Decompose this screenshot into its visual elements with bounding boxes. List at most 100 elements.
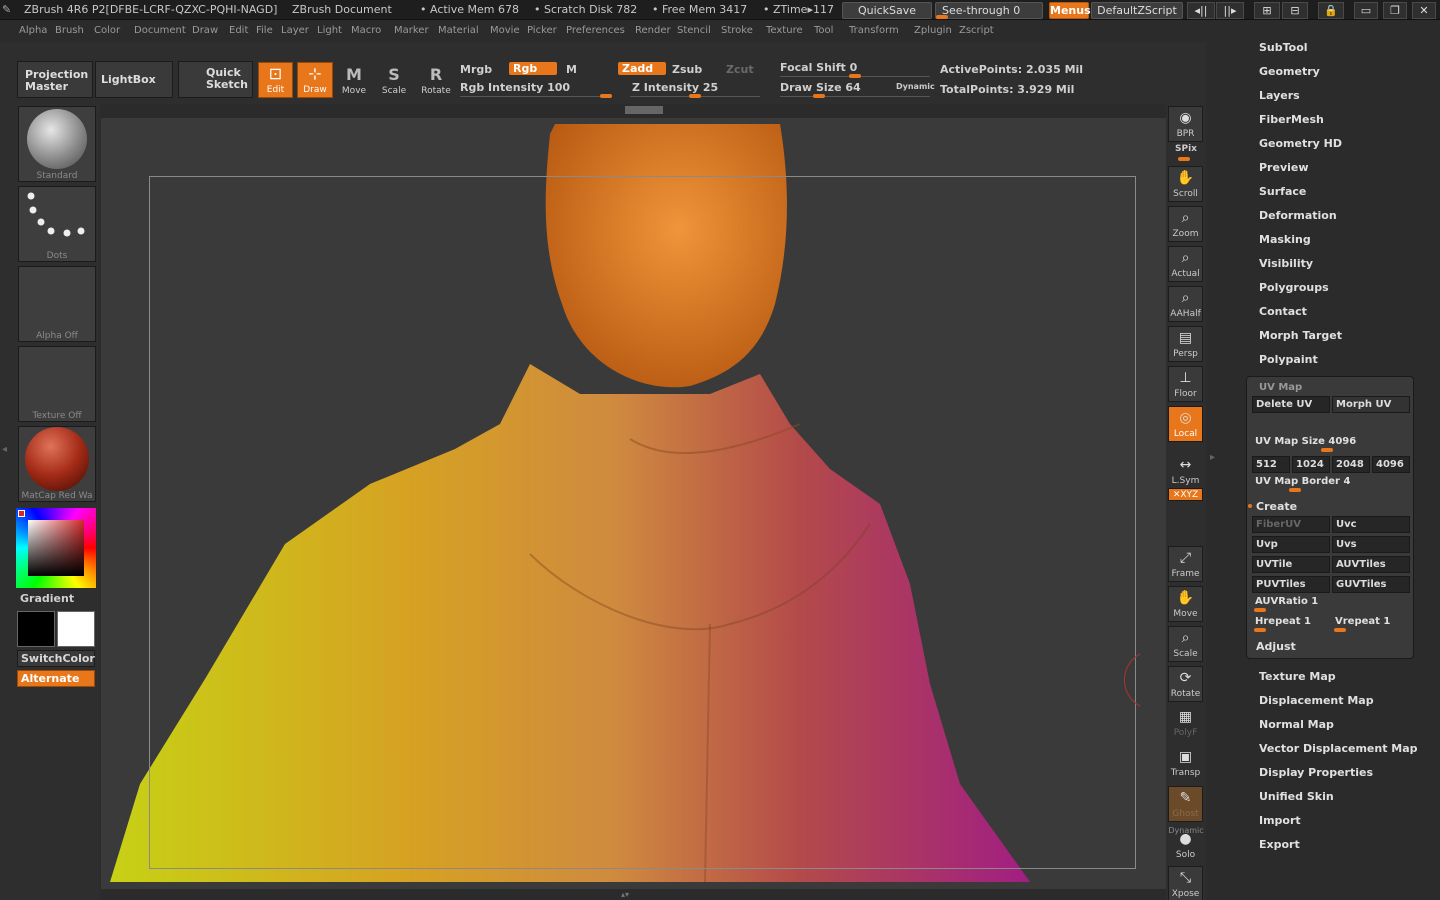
menu-edit[interactable]: Edit [229, 25, 248, 36]
minimize-icon[interactable]: ▭ [1354, 2, 1378, 19]
move-view-button[interactable]: ✋ Move [1168, 586, 1203, 622]
rgb-intensity-slider[interactable]: Rgb Intensity 100 [460, 81, 570, 94]
menu-light[interactable]: Light [317, 25, 342, 36]
vrepeat-knob[interactable] [1334, 628, 1346, 632]
palette-export[interactable]: Export [1259, 838, 1300, 851]
zcut-toggle[interactable]: Zcut [726, 63, 754, 76]
menu-document[interactable]: Document [134, 25, 186, 36]
palette-polypaint[interactable]: Polypaint [1259, 353, 1318, 366]
aahalf-button[interactable]: ⌕ AAHalf [1168, 286, 1203, 322]
rotate-view-button[interactable]: ⟳ Rotate [1168, 666, 1203, 702]
restore-icon[interactable]: ❐ [1383, 2, 1407, 19]
lsym-button[interactable]: ↔ L.Sym [1168, 454, 1203, 490]
canvas-viewport[interactable] [101, 104, 1166, 889]
focal-shift-slider[interactable]: Focal Shift 0 [780, 61, 857, 74]
secondary-color-swatch[interactable] [17, 611, 55, 647]
menu-picker[interactable]: Picker [527, 25, 557, 36]
hrepeat-slider[interactable]: Hrepeat 1 [1255, 616, 1311, 627]
layout-icon[interactable]: ⊞ [1254, 2, 1280, 19]
actual-button[interactable]: ⌕ Actual [1168, 246, 1203, 282]
palette-geometry-hd[interactable]: Geometry HD [1259, 137, 1342, 150]
menu-texture[interactable]: Texture [766, 25, 803, 36]
quick-sketch-button[interactable]: Quick Sketch [178, 61, 253, 98]
material-selector[interactable]: MatCap Red Wa [18, 426, 96, 502]
local-button[interactable]: ◎ Local [1168, 406, 1203, 442]
focal-shift-knob[interactable] [849, 74, 861, 78]
uvp-button[interactable]: Uvp [1252, 536, 1330, 553]
auvratio-knob[interactable] [1254, 608, 1266, 612]
uv-map-size-knob[interactable] [1321, 448, 1333, 452]
menu-zscript[interactable]: Zscript [959, 25, 994, 36]
zsub-toggle[interactable]: Zsub [672, 63, 702, 76]
vrepeat-slider[interactable]: Vrepeat 1 [1335, 616, 1390, 627]
lock-icon[interactable]: 🔒 [1318, 2, 1344, 19]
uv-map-title[interactable]: UV Map [1259, 382, 1302, 393]
palette-subtool[interactable]: SubTool [1259, 41, 1308, 54]
menu-material[interactable]: Material [438, 25, 479, 36]
uv-map-border-slider[interactable]: UV Map Border 4 [1255, 476, 1350, 487]
fiberuv-button[interactable]: FiberUV [1252, 516, 1330, 533]
quicksave-button[interactable]: QuickSave [842, 2, 932, 19]
menu-stencil[interactable]: Stencil [677, 25, 711, 36]
create-subpalette[interactable]: Create [1256, 500, 1297, 513]
texture-selector[interactable]: Texture Off [18, 346, 96, 422]
switchcolor-button[interactable]: SwitchColor [17, 650, 95, 667]
palette-polygroups[interactable]: Polygroups [1259, 281, 1329, 294]
scale-button[interactable]: S Scale [378, 64, 410, 98]
spix-slider[interactable]: SPix [1166, 144, 1206, 154]
palette-preview[interactable]: Preview [1259, 161, 1309, 174]
uvc-button[interactable]: Uvc [1332, 516, 1410, 533]
ghost-button[interactable]: ✎ Ghost [1168, 786, 1203, 822]
auvtiles-button[interactable]: AUVTiles [1332, 556, 1410, 573]
draw-size-knob[interactable] [813, 94, 825, 98]
palette-unified-skin[interactable]: Unified Skin [1259, 790, 1334, 803]
palette-import[interactable]: Import [1259, 814, 1301, 827]
palette-morph-target[interactable]: Morph Target [1259, 329, 1342, 342]
zadd-toggle[interactable]: Zadd [618, 62, 666, 75]
m-toggle[interactable]: M [566, 63, 577, 76]
palette-visibility[interactable]: Visibility [1259, 257, 1313, 270]
menu-macro[interactable]: Macro [351, 25, 381, 36]
auvratio-slider[interactable]: AUVRatio 1 [1255, 596, 1318, 607]
rgb-toggle[interactable]: Rgb [509, 62, 557, 75]
seethrough-slider[interactable]: See-through 0 [935, 2, 1043, 19]
frame-button[interactable]: ⤢ Frame [1168, 546, 1203, 582]
viewport-scroll-thumb[interactable] [625, 106, 663, 114]
xpose-button[interactable]: ⤡ Xpose [1168, 866, 1203, 900]
menu-transform[interactable]: Transform [849, 25, 899, 36]
uvs-button[interactable]: Uvs [1332, 536, 1410, 553]
menu-marker[interactable]: Marker [394, 25, 429, 36]
scroll-right-icon[interactable]: ||▸ [1216, 2, 1244, 19]
adjust-subpalette[interactable]: Adjust [1256, 640, 1296, 653]
delete-uv-button[interactable]: Delete UV [1252, 396, 1330, 413]
uv-map-border-knob[interactable] [1289, 488, 1301, 492]
polyf-button[interactable]: ▦ PolyF [1168, 706, 1203, 742]
projection-master-button[interactable]: Projection Master [17, 61, 93, 98]
palette-deformation[interactable]: Deformation [1259, 209, 1337, 222]
move-button[interactable]: M Move [338, 64, 370, 98]
palette-texture-map[interactable]: Texture Map [1259, 670, 1336, 683]
xyz-button[interactable]: ✕XYZ [1168, 488, 1203, 501]
floor-button[interactable]: ⊥ Floor [1168, 366, 1203, 402]
rotate-button[interactable]: R Rotate [418, 64, 454, 98]
palette-displacement-map[interactable]: Displacement Map [1259, 694, 1374, 707]
menu-stroke[interactable]: Stroke [721, 25, 753, 36]
menu-render[interactable]: Render [635, 25, 671, 36]
draw-size-slider[interactable]: Draw Size 64 [780, 81, 861, 94]
dynamic-toggle[interactable]: Dynamic [896, 82, 935, 91]
lightbox-button[interactable]: LightBox [95, 61, 173, 98]
spix-knob[interactable] [1178, 157, 1190, 161]
palette-contact[interactable]: Contact [1259, 305, 1307, 318]
menu-movie[interactable]: Movie [490, 25, 520, 36]
hrepeat-knob[interactable] [1254, 628, 1266, 632]
menu-preferences[interactable]: Preferences [566, 25, 625, 36]
uv-size-512[interactable]: 512 [1252, 456, 1290, 473]
uvtile-button[interactable]: UVTile [1252, 556, 1330, 573]
menu-tool[interactable]: Tool [814, 25, 833, 36]
edit-button[interactable]: ⊡ Edit [258, 62, 293, 98]
main-color-swatch[interactable] [57, 611, 95, 647]
menu-alpha[interactable]: Alpha [19, 25, 47, 36]
gradient-label[interactable]: Gradient [20, 592, 74, 605]
menu-zplugin[interactable]: Zplugin [914, 25, 952, 36]
uv-map-size-slider[interactable]: UV Map Size 4096 [1255, 436, 1356, 447]
